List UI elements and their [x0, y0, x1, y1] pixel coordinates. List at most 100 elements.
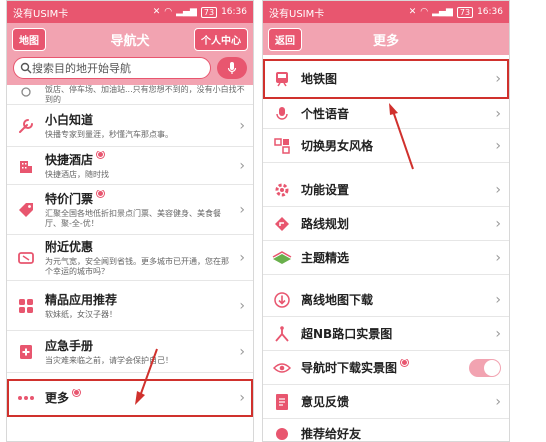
personal-center-button[interactable]: 个人中心 [194, 27, 248, 51]
chevron-right-icon: › [495, 393, 501, 410]
chevron-right-icon: › [239, 389, 245, 406]
manual-icon [15, 341, 37, 363]
apps-icon [15, 295, 37, 317]
coupon-icon [15, 247, 37, 269]
chevron-right-icon: › [239, 201, 245, 218]
chevron-right-icon: › [495, 249, 501, 266]
chevron-right-icon: › [239, 117, 245, 134]
signal-icon: ▂▄▆ [432, 7, 453, 17]
item-desc: 当灾难来临之前，请学会保护自己！ [45, 356, 173, 365]
item-name: 推荐给好友 [301, 427, 362, 441]
download-junction-toggle[interactable] [469, 358, 501, 377]
list-item-offline-map[interactable]: 离线地图下载 › [263, 283, 509, 317]
list-item-xiaobai[interactable]: 小白知道 快播专家到量涯，秒懂汽车那点事。 › [7, 105, 253, 147]
item-desc: 快播专家到量涯，秒懂汽车那点事。 [45, 130, 173, 139]
wifi-icon: ◠ [164, 7, 173, 17]
new-badge [401, 359, 409, 366]
map-button[interactable]: 地图 [12, 27, 46, 51]
chevron-right-icon: › [239, 343, 245, 360]
chevron-right-icon: › [495, 137, 501, 154]
item-name: 地铁图 [301, 72, 338, 86]
theme-icon [271, 247, 293, 269]
item-name: 意见反馈 [301, 395, 350, 409]
tag-icon [15, 199, 37, 221]
list-item-voice[interactable]: 个性语音 › [263, 99, 509, 129]
item-name: 切换男女风格 [301, 139, 374, 153]
voice-icon [271, 103, 293, 125]
time-text: 16:36 [221, 7, 247, 17]
item-name: 应急手册 [45, 339, 94, 353]
left-screen: 没有USIM卡 ✕ ◠ ▂▄▆ 73 16:36 地图 导航犬 个人中心 搜索目… [6, 0, 254, 442]
list-item-more[interactable]: 更多 › [7, 379, 253, 417]
status-bar: 没有USIM卡 ✕ ◠ ▂▄▆ 73 16:36 [263, 1, 509, 23]
right-screen: 没有USIM卡 ✕ ◠ ▂▄▆ 73 16:36 返回 更多 地铁图 › 个性语… [262, 0, 510, 442]
list-item-recommend[interactable]: 推荐给好友 [263, 419, 509, 442]
item-name: 特价门票 [45, 192, 94, 206]
list-item-hotel[interactable]: 快捷酒店 快捷酒店，随时找 › [7, 147, 253, 185]
microphone-icon [227, 62, 237, 74]
item-name: 功能设置 [301, 183, 350, 197]
signal-icon: ▂▄▆ [176, 7, 197, 17]
battery-icon: 73 [200, 6, 218, 18]
item-name: 附近优惠 [45, 240, 94, 254]
nav-header: 地图 导航犬 个人中心 [7, 23, 253, 55]
time-text: 16:36 [477, 7, 503, 17]
status-bar: 没有USIM卡 ✕ ◠ ▂▄▆ 73 16:36 [7, 1, 253, 23]
list-item-feedback[interactable]: 意见反馈 › [263, 385, 509, 419]
chevron-right-icon: › [495, 291, 501, 308]
list-item[interactable]: 饭店、停车场、加油站...只有您想不到的，没有小白找不到的 [7, 85, 253, 105]
route-icon [271, 213, 293, 235]
more-list: 地铁图 › 个性语音 › 切换男女风格 › 功能设置 › 路线规划 › 主题精选… [263, 55, 509, 442]
chevron-right-icon: › [239, 249, 245, 266]
item-desc: 软妹纸，女汉子器！ [45, 310, 117, 319]
hotel-icon [15, 155, 37, 177]
new-badge [97, 190, 105, 197]
nav-header: 返回 更多 [263, 23, 509, 55]
share-icon [271, 423, 293, 442]
pin-icon [15, 85, 37, 101]
item-desc: 为元气宽，安全闻到省钱。更多城市已开通，您在那个幸运的城市吗？ [45, 257, 229, 276]
item-name: 小白知道 [45, 113, 94, 127]
list-item-junction-view[interactable]: 超NB路口实景图 › [263, 317, 509, 351]
search-bar [7, 55, 253, 85]
list-item-tickets[interactable]: 特价门票 汇聚全国各地低折扣景点门票、美容健身、美食餐厅、聚-全-优！ › [7, 185, 253, 235]
voice-search-button[interactable] [217, 57, 247, 79]
item-name: 主题精选 [301, 251, 350, 265]
item-name: 导航时下载实景图 [301, 361, 398, 375]
more-dots-icon [15, 387, 37, 409]
list-item-emergency[interactable]: 应急手册 当灾难来临之前，请学会保护自己！ › [7, 331, 253, 373]
chevron-right-icon: › [495, 215, 501, 232]
new-badge [73, 389, 81, 396]
back-button[interactable]: 返回 [268, 27, 302, 51]
list-item-settings[interactable]: 功能设置 › [263, 173, 509, 207]
list-item-route-planning[interactable]: 路线规划 › [263, 207, 509, 241]
search-input[interactable] [32, 61, 204, 75]
list-item-themes[interactable]: 主题精选 › [263, 241, 509, 275]
chevron-right-icon: › [239, 157, 245, 174]
gear-icon [271, 179, 293, 201]
chevron-right-icon: › [495, 325, 501, 342]
new-badge [97, 151, 105, 158]
item-name: 快捷酒店 [45, 153, 94, 167]
item-name: 路线规划 [301, 217, 350, 231]
list-item-apps[interactable]: 精品应用推荐 软妹纸，女汉子器！ › [7, 281, 253, 331]
item-name: 更多 [45, 391, 70, 405]
list-item-download-junction[interactable]: 导航时下载实景图 [263, 351, 509, 385]
chevron-right-icon: › [495, 70, 501, 87]
services-list: 饭店、停车场、加油站...只有您想不到的，没有小白找不到的 小白知道 快播专家到… [7, 85, 253, 417]
chevron-right-icon: › [239, 297, 245, 314]
wrench-icon [15, 115, 37, 137]
item-name: 精品应用推荐 [45, 293, 118, 307]
chevron-right-icon: › [495, 181, 501, 198]
list-item-subway-map[interactable]: 地铁图 › [263, 59, 509, 99]
list-item-nearby-deals[interactable]: 附近优惠 为元气宽，安全闻到省钱。更多城市已开通，您在那个幸运的城市吗？ › [7, 235, 253, 281]
status-icons: ✕ ◠ ▂▄▆ 73 16:36 [153, 6, 247, 18]
gender-icon [271, 135, 293, 157]
chevron-right-icon: › [495, 105, 501, 122]
eye-icon [271, 357, 293, 379]
screenshot-root: 没有USIM卡 ✕ ◠ ▂▄▆ 73 16:36 地图 导航犬 个人中心 搜索目… [0, 0, 546, 442]
list-item-gender-style[interactable]: 切换男女风格 › [263, 129, 509, 163]
search-box[interactable] [13, 57, 211, 79]
carrier-text: 没有USIM卡 [13, 8, 69, 20]
status-icons: ✕ ◠ ▂▄▆ 73 16:36 [409, 6, 503, 18]
